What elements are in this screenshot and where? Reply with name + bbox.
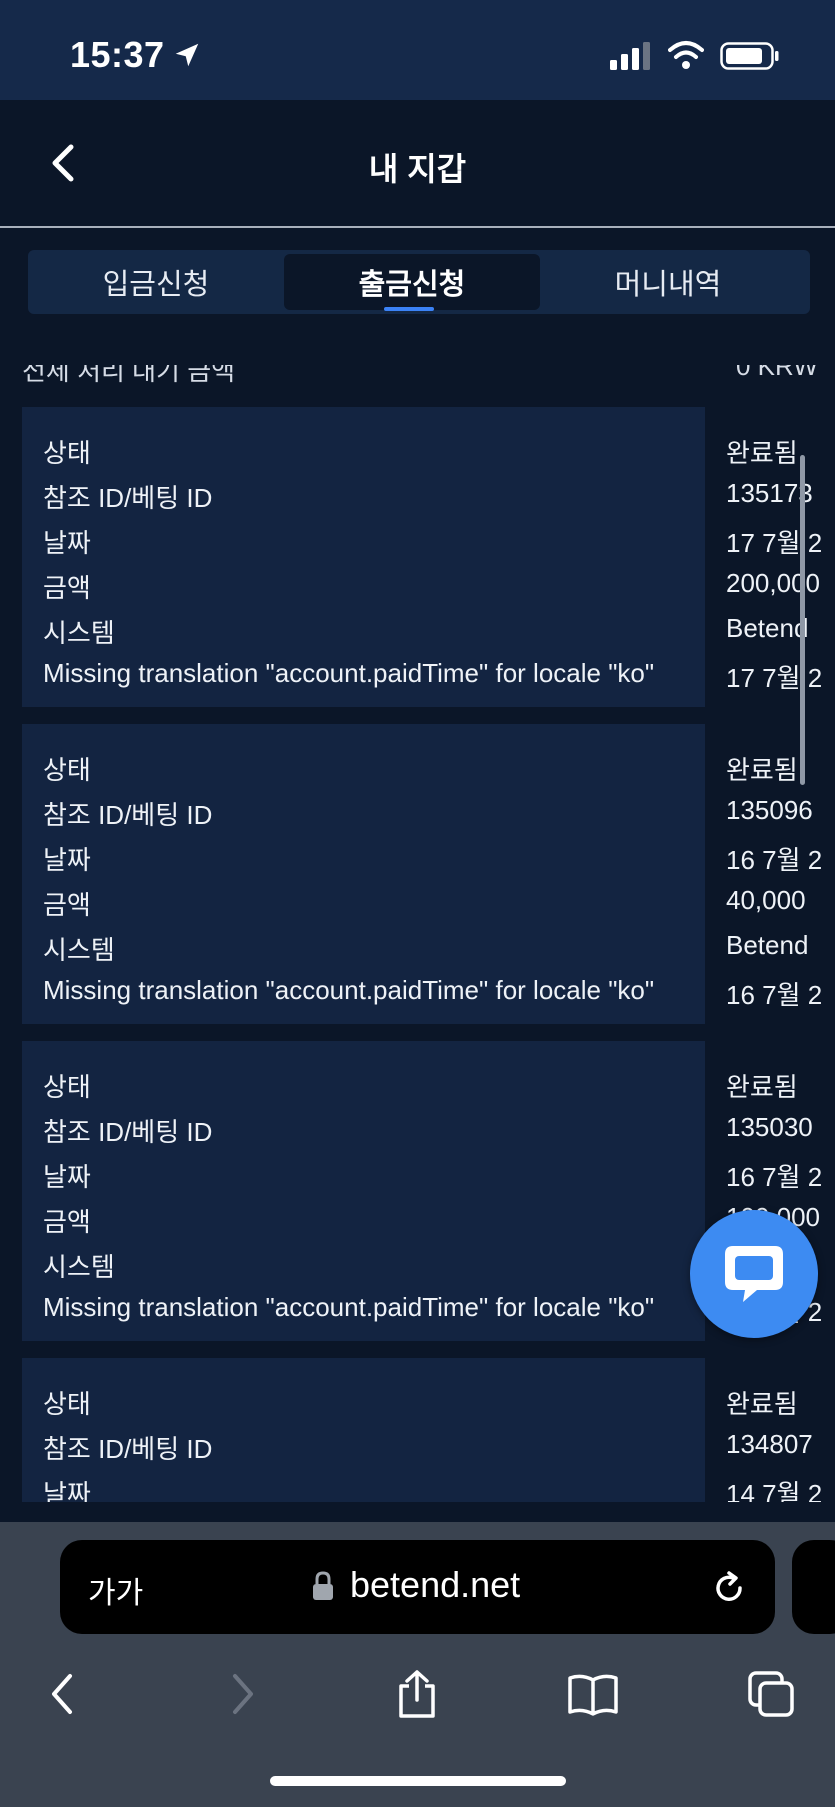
reload-icon[interactable] — [710, 1568, 748, 1608]
date-value: 14 7월 2 — [726, 1479, 823, 1502]
ref-id-value: 135096 — [726, 795, 813, 825]
date-label: 날짜 — [43, 1162, 91, 1192]
browser-forward-button[interactable] — [213, 1664, 273, 1724]
date-label: 날짜 — [43, 528, 91, 558]
text-size-button[interactable]: 가가 — [88, 1568, 143, 1612]
system-label: 시스템 — [43, 935, 115, 965]
status-value: 완료됨 — [726, 755, 798, 785]
system-value: Betend — [726, 613, 809, 643]
pending-total-label: 전체 처리 대기 금액 — [22, 365, 236, 386]
ref-id-value: 135030 — [726, 1112, 813, 1142]
page-title: 내 지갑 — [368, 151, 467, 187]
status-value: 완료됨 — [726, 1389, 798, 1419]
amount-label: 금액 — [43, 573, 91, 603]
date-value: 16 7월 2 — [726, 1162, 823, 1192]
pending-total-value: 0 KRW — [736, 365, 818, 381]
ref-id-label: 참조 ID/베팅 ID — [43, 483, 213, 513]
status-value: 완료됨 — [726, 438, 798, 468]
ref-id-value: 135173 — [726, 478, 813, 508]
share-button[interactable] — [387, 1664, 447, 1724]
amount-value: 200,000 — [726, 568, 820, 598]
lock-icon — [313, 1571, 333, 1600]
ref-id-label: 참조 ID/베팅 ID — [43, 1117, 213, 1147]
status-label: 상태 — [43, 1072, 91, 1102]
status-label: 상태 — [43, 755, 91, 785]
page-header: 내 지갑 — [0, 100, 835, 228]
address-bar[interactable]: 가가 betend.net — [60, 1540, 775, 1634]
ref-id-value: 134807 — [726, 1429, 813, 1459]
chevron-right-icon — [233, 1674, 253, 1714]
cellular-signal-icon — [610, 42, 650, 70]
live-chat-button[interactable] — [690, 1210, 818, 1338]
transaction-card: 상태 참조 ID/베팅 ID 날짜 금액 시스템 Missing transla… — [22, 1041, 705, 1341]
share-icon — [399, 1670, 435, 1718]
chevron-left-icon — [52, 1674, 72, 1714]
date-label: 날짜 — [43, 845, 91, 875]
status-label: 상태 — [43, 438, 91, 468]
amount-value: 40,000 — [726, 885, 806, 915]
paid-time-value: 16 7월 2 — [726, 980, 823, 1010]
url-text: betend.net — [350, 1564, 521, 1605]
wallet-tabs: 입금신청 출금신청 머니내역 — [28, 250, 810, 314]
pending-total-row: 전체 처리 대기 금액 0 KRW — [22, 365, 822, 387]
amount-label: 금액 — [43, 890, 91, 920]
tab-money-history[interactable]: 머니내역 — [540, 254, 796, 310]
system-label: 시스템 — [43, 1252, 115, 1282]
system-value: Betend — [726, 930, 809, 960]
paid-time-value: 17 7월 2 — [726, 663, 823, 693]
scrollbar[interactable] — [800, 455, 805, 785]
browser-toolbar: 가가 betend.net — [0, 1522, 835, 1807]
battery-icon — [720, 42, 779, 70]
transaction-list[interactable]: 전체 처리 대기 금액 0 KRW 상태 참조 ID/베팅 ID 날짜 금액 시… — [0, 345, 835, 1502]
tab-withdraw-request[interactable]: 출금신청 — [284, 254, 540, 310]
date-label: 날짜 — [43, 1479, 91, 1502]
home-indicator — [270, 1776, 566, 1786]
chat-bubble-icon — [725, 1246, 783, 1302]
location-arrow-icon — [175, 43, 199, 67]
tabs-button[interactable] — [741, 1664, 801, 1724]
book-icon — [568, 1674, 618, 1716]
status-time: 15:37 — [70, 34, 165, 75]
next-tab-preview[interactable] — [792, 1540, 835, 1634]
transaction-card: 상태 참조 ID/베팅 ID 날짜 금액 시스템 Missing transla… — [22, 724, 705, 1024]
amount-label: 금액 — [43, 1207, 91, 1237]
date-value: 16 7월 2 — [726, 845, 823, 875]
paid-time-label: Missing translation "account.paidTime" f… — [43, 1292, 655, 1322]
active-tab-indicator — [384, 307, 434, 311]
paid-time-label: Missing translation "account.paidTime" f… — [43, 975, 655, 1005]
transaction-card: 상태 참조 ID/베팅 ID 날짜 금액 시스템 Missing transla… — [22, 407, 705, 707]
paid-time-label: Missing translation "account.paidTime" f… — [43, 658, 655, 688]
browser-back-button[interactable] — [32, 1664, 92, 1724]
tab-deposit-request[interactable]: 입금신청 — [28, 254, 284, 310]
ref-id-label: 참조 ID/베팅 ID — [43, 800, 213, 830]
tabs-icon — [748, 1671, 794, 1717]
wifi-icon — [668, 41, 704, 69]
ref-id-label: 참조 ID/베팅 ID — [43, 1434, 213, 1464]
status-bar: 15:37 — [0, 0, 835, 100]
status-label: 상태 — [43, 1389, 91, 1419]
bookmarks-button[interactable] — [563, 1664, 623, 1724]
status-value: 완료됨 — [726, 1072, 798, 1102]
transaction-card: 상태 참조 ID/베팅 ID 날짜 — [22, 1358, 705, 1502]
date-value: 17 7월 2 — [726, 528, 823, 558]
system-label: 시스템 — [43, 618, 115, 648]
